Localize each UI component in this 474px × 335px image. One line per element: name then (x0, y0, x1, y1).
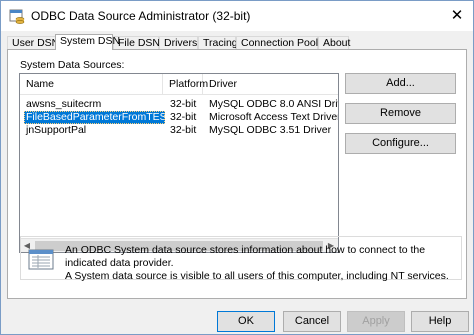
close-icon[interactable]: ✕ (449, 8, 465, 24)
remove-button[interactable]: Remove (345, 103, 456, 124)
tab-drivers[interactable]: Drivers (159, 36, 198, 49)
column-header-platform[interactable]: Platform (163, 74, 208, 95)
info-groupbox: An ODBC System data source stores inform… (20, 236, 462, 283)
odbc-admin-icon (9, 8, 25, 24)
list-item-selected[interactable]: FileBasedParameterFromTESTTXT 32-bit Mic… (20, 111, 338, 124)
system-dsn-panel: System Data Sources: Name Platform Drive… (7, 49, 467, 299)
row-name: jnSupportPal (26, 124, 87, 136)
cancel-button[interactable]: Cancel (283, 311, 341, 332)
help-button[interactable]: Help (411, 311, 469, 332)
row-platform: 32-bit (170, 111, 197, 123)
column-header-driver[interactable]: Driver (203, 74, 338, 95)
odbc-admin-window: ODBC Data Source Administrator (32-bit) … (0, 0, 474, 335)
info-line-1: An ODBC System data source stores inform… (65, 244, 426, 269)
row-platform: 32-bit (170, 98, 197, 110)
datasource-info-icon (28, 249, 54, 270)
row-driver: MySQL ODBC 8.0 ANSI Driver (209, 98, 338, 110)
info-line-2: A System data source is visible to all u… (65, 270, 449, 282)
tab-system-dsn[interactable]: System DSN (55, 34, 120, 50)
tab-tracing[interactable]: Tracing (198, 36, 238, 49)
title-bar: ODBC Data Source Administrator (32-bit) … (1, 1, 473, 31)
system-data-sources-label: System Data Sources: (20, 59, 125, 71)
window-title: ODBC Data Source Administrator (32-bit) (31, 9, 251, 23)
configure-button[interactable]: Configure... (345, 133, 456, 154)
list-header: Name Platform Driver (20, 74, 338, 95)
row-platform: 32-bit (170, 124, 197, 136)
row-driver: MySQL ODBC 3.51 Driver (209, 124, 332, 136)
info-text: An ODBC System data source stores inform… (65, 244, 457, 283)
list-item[interactable]: jnSupportPal 32-bit MySQL ODBC 3.51 Driv… (20, 124, 338, 137)
tab-user-dsn[interactable]: User DSN (7, 36, 59, 49)
ok-button[interactable]: OK (217, 311, 275, 332)
add-button[interactable]: Add... (345, 73, 456, 94)
row-driver: Microsoft Access Text Driver (*.txt, * (209, 111, 338, 123)
tab-connection-pooling[interactable]: Connection Pooling (236, 36, 332, 49)
row-name: awsns_suitecrm (26, 98, 102, 110)
list-item[interactable]: awsns_suitecrm 32-bit MySQL ODBC 8.0 ANS… (20, 98, 338, 111)
data-sources-list[interactable]: Name Platform Driver awsns_suitecrm 32-b… (19, 73, 339, 253)
column-header-name[interactable]: Name (20, 74, 163, 95)
apply-button[interactable]: Apply (347, 311, 405, 332)
tab-about[interactable]: About (318, 36, 350, 49)
row-name: FileBasedParameterFromTESTTXT (24, 111, 165, 124)
